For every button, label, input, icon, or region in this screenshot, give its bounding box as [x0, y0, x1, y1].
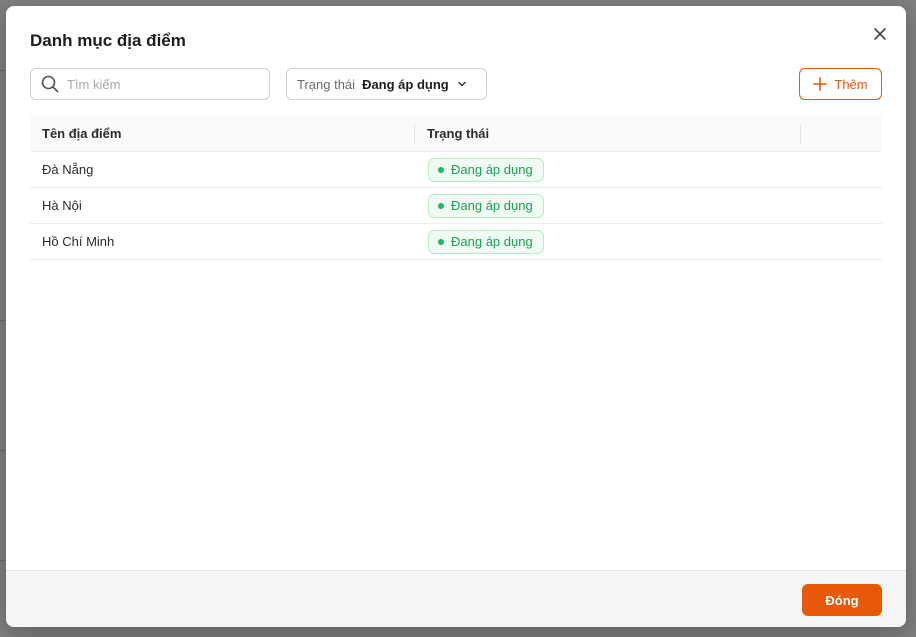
column-header-name[interactable]: Tên địa điểm: [30, 116, 415, 152]
status-cell: Đang áp dụng: [415, 193, 801, 218]
table-row[interactable]: Hà Nội Đang áp dụng: [30, 188, 882, 224]
status-dot-icon: [438, 202, 444, 209]
status-badge: Đang áp dụng: [428, 193, 544, 218]
location-name: Hà Nội: [42, 198, 82, 213]
search-input[interactable]: [67, 76, 247, 92]
close-icon: [874, 28, 886, 40]
location-name: Hồ Chí Minh: [42, 234, 115, 249]
status-badge-label: Đang áp dụng: [451, 234, 533, 249]
search-box[interactable]: [30, 68, 270, 100]
column-header-status[interactable]: Trạng thái: [415, 116, 801, 152]
table-row[interactable]: Hồ Chí Minh Đang áp dụng: [30, 224, 882, 260]
close-footer-button[interactable]: Đóng: [802, 584, 882, 616]
column-header-actions: [801, 116, 882, 152]
status-dot-icon: [438, 166, 444, 173]
add-button-label: Thêm: [834, 76, 868, 92]
modal-footer: Đóng: [6, 570, 906, 627]
table-row[interactable]: Đà Nẵng Đang áp dụng: [30, 152, 882, 188]
add-button[interactable]: Thêm: [799, 68, 882, 100]
chevron-down-icon: [457, 81, 466, 87]
search-icon: [41, 75, 59, 93]
location-name: Đà Nẵng: [42, 162, 94, 177]
status-dot-icon: [438, 238, 444, 245]
status-filter-select[interactable]: Trạng thái Đang áp dụng: [286, 68, 487, 100]
status-filter-value: Đang áp dụng: [362, 76, 449, 92]
status-cell: Đang áp dụng: [415, 229, 801, 254]
location-catalog-modal: Danh mục địa điểm Trạng thái Đang áp dụn…: [6, 6, 906, 627]
close-button[interactable]: [870, 24, 890, 44]
status-badge-label: Đang áp dụng: [451, 162, 533, 177]
modal-title: Danh mục địa điểm: [30, 31, 186, 50]
toolbar: Trạng thái Đang áp dụng Thêm: [30, 68, 882, 100]
plus-icon: [813, 77, 828, 91]
locations-table: Tên địa điểm Trạng thái Đà Nẵng Đang áp …: [30, 116, 882, 260]
status-badge-label: Đang áp dụng: [451, 198, 533, 213]
status-badge: Đang áp dụng: [428, 229, 544, 254]
status-filter-label: Trạng thái: [297, 76, 356, 92]
table-header: Tên địa điểm Trạng thái: [30, 116, 882, 152]
status-badge: Đang áp dụng: [428, 157, 544, 182]
status-cell: Đang áp dụng: [415, 157, 801, 182]
